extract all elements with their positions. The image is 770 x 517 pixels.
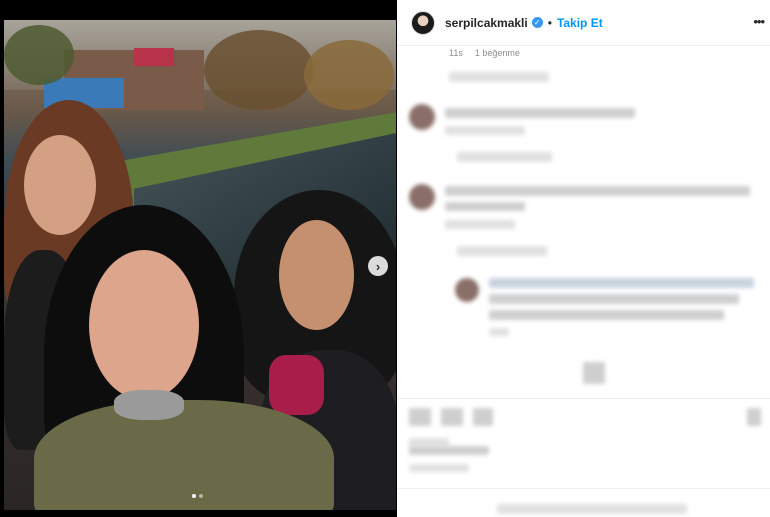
carousel-next-button[interactable]: › (368, 256, 388, 276)
redacted-text (457, 152, 552, 162)
photo-person-left-face (24, 135, 96, 235)
divider (397, 398, 770, 399)
redacted-text (445, 220, 515, 229)
comment-icon[interactable] (441, 408, 463, 426)
post-side-panel: serpilcakmakli ✓ • Takip Et ••• 11s 1 be… (397, 0, 770, 517)
redacted-avatar (409, 184, 435, 210)
carousel-indicator (192, 494, 203, 498)
redacted-text (449, 72, 549, 82)
photo-person-center-scarf (114, 390, 184, 420)
photo-sign (134, 48, 174, 66)
photo-person-center-face (89, 250, 199, 400)
post-photo[interactable] (4, 20, 396, 510)
carousel-dot (199, 494, 203, 498)
verified-badge-icon: ✓ (531, 17, 543, 28)
likes-count[interactable]: 1 beğenme (475, 48, 520, 58)
save-icon[interactable] (747, 408, 761, 426)
redacted-comment (445, 108, 635, 118)
share-icon[interactable] (473, 408, 493, 426)
more-options-icon[interactable]: ••• (753, 14, 765, 29)
photo-person-right-face (279, 220, 354, 330)
redacted-text (409, 446, 489, 455)
redacted-text (445, 126, 525, 135)
post-media-pane: › (0, 0, 397, 517)
comment-input[interactable] (497, 504, 687, 514)
photo-tree (204, 30, 314, 110)
username-link[interactable]: serpilcakmakli (445, 16, 528, 30)
post-time: 11s (449, 48, 463, 58)
carousel-dot (192, 494, 196, 498)
like-icon[interactable] (409, 408, 431, 426)
redacted-avatar (455, 278, 479, 302)
redacted-avatar (409, 104, 435, 130)
post-meta: 11s 1 beğenme (449, 48, 520, 58)
load-more-icon[interactable] (583, 362, 605, 384)
photo-person-center-body (34, 400, 334, 510)
photo-tree (304, 40, 394, 110)
redacted-reply (489, 310, 724, 320)
redacted-reply (489, 278, 754, 288)
separator: • (547, 15, 552, 30)
redacted-comment (445, 186, 750, 196)
avatar[interactable] (411, 10, 435, 35)
redacted-text (409, 464, 469, 472)
post-header: serpilcakmakli ✓ • Takip Et ••• (397, 0, 770, 46)
chevron-right-icon: › (375, 258, 381, 274)
redacted-reply (489, 294, 739, 304)
follow-button[interactable]: Takip Et (557, 16, 603, 30)
redacted-text (457, 246, 547, 256)
divider (397, 488, 770, 489)
redacted-text (489, 328, 509, 336)
photo-person-right-top (269, 355, 324, 415)
photo-tree (4, 25, 74, 85)
redacted-comment (445, 202, 525, 211)
